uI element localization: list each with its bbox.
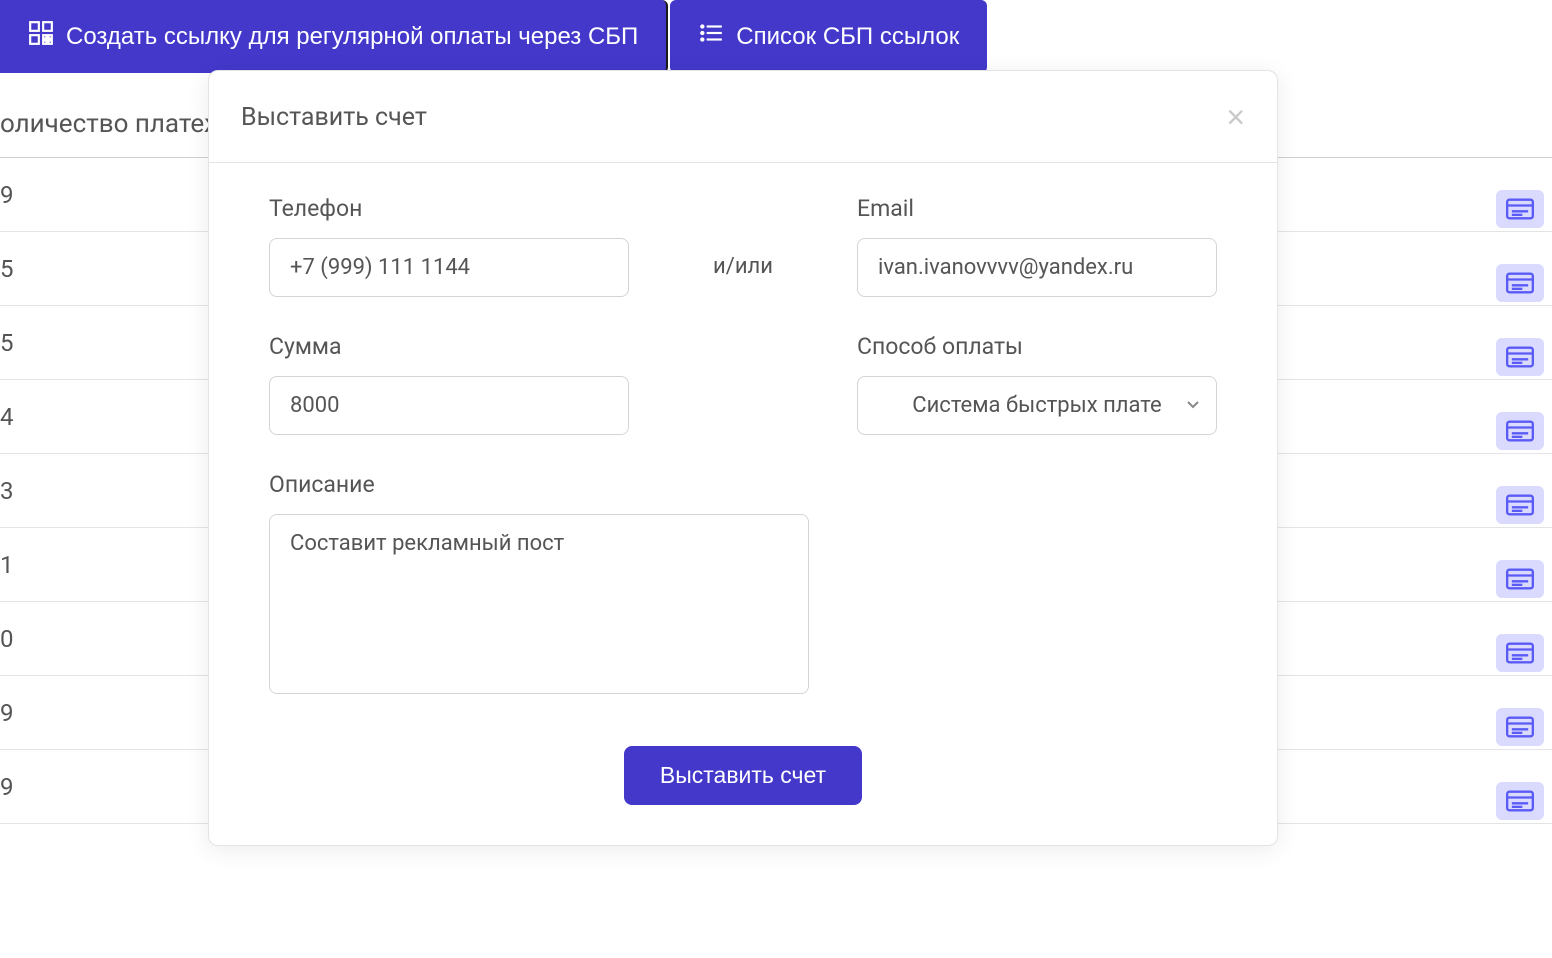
invoice-modal: Выставить счет × Телефон и/или Email Сум…: [208, 70, 1278, 846]
description-field: Описание: [269, 471, 857, 698]
modal-footer: Выставить счет: [209, 738, 1277, 845]
email-input[interactable]: [857, 238, 1217, 297]
amount-label: Сумма: [269, 333, 629, 360]
card-icon: [1506, 642, 1534, 664]
card-icon: [1506, 272, 1534, 294]
and-or-label: и/или: [629, 254, 857, 297]
email-label: Email: [857, 195, 1217, 222]
modal-header: Выставить счет ×: [209, 71, 1277, 163]
card-icon: [1506, 420, 1534, 442]
card-icon: [1506, 568, 1534, 590]
modal-body: Телефон и/или Email Сумма Способ оплаты: [209, 163, 1277, 738]
row-action-button[interactable]: [1496, 264, 1544, 302]
list-sbp-links-button[interactable]: Список СБП ссылок: [670, 0, 987, 73]
submit-invoice-button[interactable]: Выставить счет: [624, 746, 862, 805]
payment-method-field: Способ оплаты: [857, 333, 1217, 435]
phone-input[interactable]: [269, 238, 629, 297]
description-textarea[interactable]: [269, 514, 809, 694]
payment-method-select[interactable]: [857, 376, 1217, 435]
modal-title: Выставить счет: [241, 103, 427, 132]
row-action-button[interactable]: [1496, 486, 1544, 524]
description-label: Описание: [269, 471, 857, 498]
email-field: Email: [857, 195, 1217, 297]
card-icon: [1506, 716, 1534, 738]
toolbar: Создать ссылку для регулярной оплаты чер…: [0, 0, 1552, 73]
list-icon: [698, 20, 724, 53]
amount-input[interactable]: [269, 376, 629, 435]
payment-method-label: Способ оплаты: [857, 333, 1217, 360]
list-sbp-links-label: Список СБП ссылок: [736, 23, 959, 51]
submit-invoice-label: Выставить счет: [660, 762, 826, 788]
card-icon: [1506, 346, 1534, 368]
row-action-button[interactable]: [1496, 708, 1544, 746]
card-icon: [1506, 790, 1534, 812]
row-action-button[interactable]: [1496, 412, 1544, 450]
qr-icon: [28, 20, 54, 53]
close-icon: ×: [1226, 99, 1245, 135]
row-action-button[interactable]: [1496, 338, 1544, 376]
create-sbp-link-button[interactable]: Создать ссылку для регулярной оплаты чер…: [0, 0, 668, 73]
phone-label: Телефон: [269, 195, 629, 222]
row-action-button[interactable]: [1496, 634, 1544, 672]
phone-field: Телефон: [269, 195, 629, 297]
row-action-icons-column: [1496, 190, 1544, 820]
create-sbp-link-label: Создать ссылку для регулярной оплаты чер…: [66, 23, 638, 51]
row-action-button[interactable]: [1496, 190, 1544, 228]
row-action-button[interactable]: [1496, 560, 1544, 598]
row-action-button[interactable]: [1496, 782, 1544, 820]
card-icon: [1506, 198, 1534, 220]
close-button[interactable]: ×: [1226, 99, 1245, 136]
amount-field: Сумма: [269, 333, 629, 435]
card-icon: [1506, 494, 1534, 516]
